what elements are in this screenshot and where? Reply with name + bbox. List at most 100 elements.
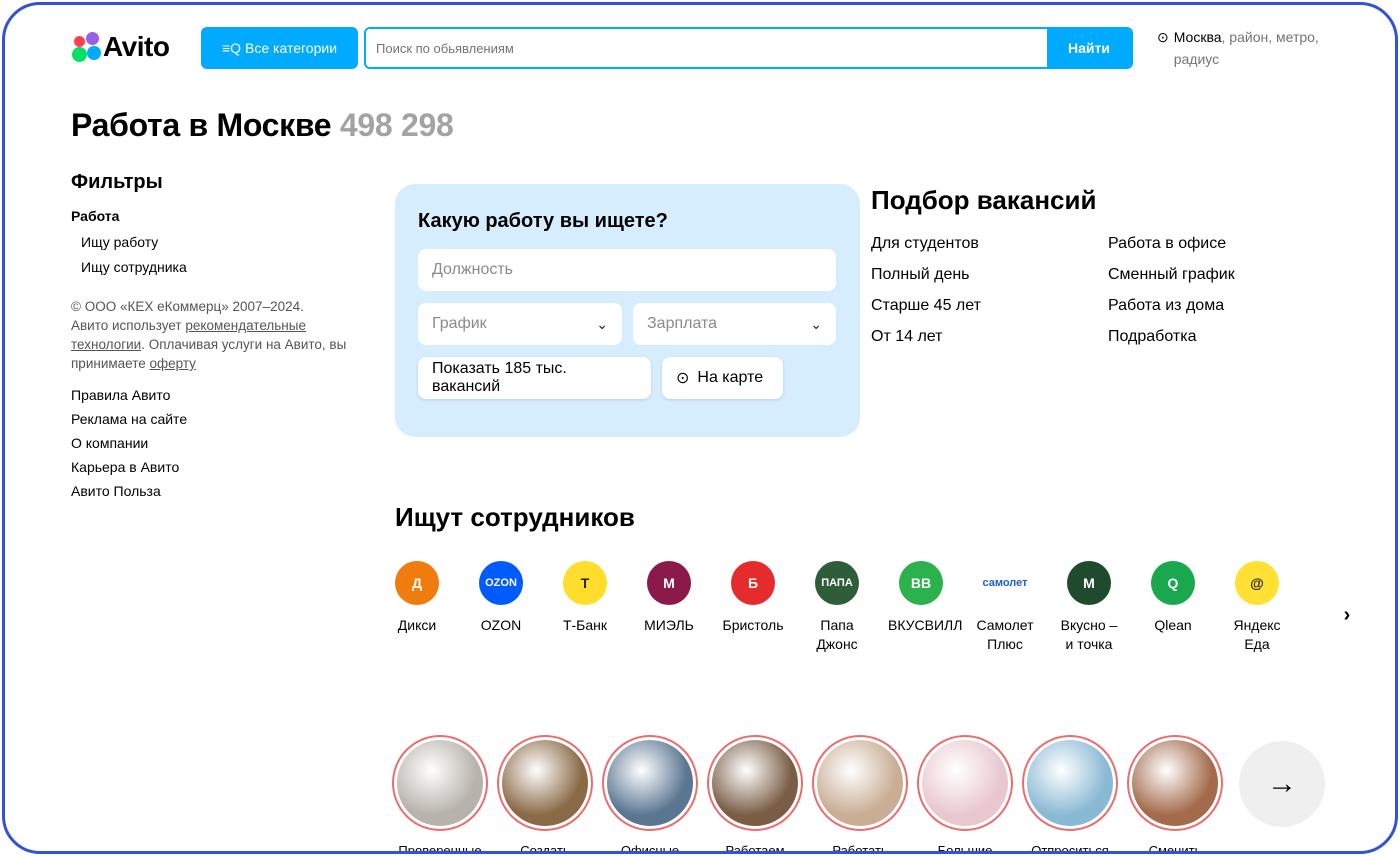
employer-name: Бристоль (722, 617, 784, 633)
logo-dots-icon (71, 32, 101, 62)
employer-card[interactable]: Q Qlean (1128, 561, 1218, 635)
about-link[interactable]: О компании (71, 435, 361, 451)
story-label: Проверенные (398, 843, 482, 854)
vacancy-link[interactable]: От 14 лет (871, 328, 981, 359)
story-item[interactable]: Отпроситься (1020, 735, 1120, 854)
vacancy-link[interactable]: Для студентов (871, 235, 981, 266)
position-input[interactable]: Должность (418, 249, 836, 291)
job-search-title: Какую работу вы ищете? (418, 210, 668, 232)
story-ring (1022, 735, 1118, 831)
vacancy-link[interactable]: Работа в офисе (1108, 235, 1235, 266)
vacancies-col-2: Работа в офисе Сменный график Работа из … (1108, 235, 1235, 359)
story-item[interactable]: Создать (495, 735, 595, 854)
story-item[interactable]: Работаем (705, 735, 805, 851)
vacancy-link[interactable]: Старше 45 лет (871, 297, 981, 328)
employer-card[interactable]: M Вкусно – и точка (1044, 561, 1134, 654)
avito-benefit-link[interactable]: Авито Польза (71, 483, 361, 499)
story-label: Офисные (620, 843, 680, 854)
employer-name: Дикси (397, 617, 437, 633)
schedule-select[interactable]: График ⌄ (418, 303, 622, 345)
employer-card[interactable]: Б Бристоль (708, 561, 798, 635)
employer-logo-icon: BB (899, 561, 943, 605)
vacancy-link[interactable]: Подработка (1108, 328, 1235, 359)
categories-search-icon: ≡Q (221, 40, 242, 56)
vacancies-title: Подбор вакансий (871, 185, 1097, 215)
story-ring (602, 735, 698, 831)
search-input[interactable] (366, 29, 1047, 67)
filters-title: Фильтры (71, 171, 163, 193)
employer-name: Т-Банк (562, 617, 608, 633)
employer-card[interactable]: OZON OZON (456, 561, 546, 635)
sidebar-section-work[interactable]: Работа (71, 208, 361, 224)
story-ring (917, 735, 1013, 831)
employer-name: Вкусно – и точка (1060, 617, 1118, 652)
story-image (502, 740, 588, 826)
story-image (397, 740, 483, 826)
vacancy-link[interactable]: Полный день (871, 266, 981, 297)
employers-next-arrow-icon[interactable]: › (1333, 560, 1361, 670)
story-image (1027, 740, 1113, 826)
on-map-button[interactable]: ⊙ На карте (662, 357, 783, 399)
vacancies-col-1: Для студентов Полный день Старше 45 лет … (871, 235, 981, 359)
employer-name: Папа Джонс (816, 617, 858, 652)
employer-name: Qlean (1154, 617, 1192, 633)
employer-logo-icon: М (647, 561, 691, 605)
vacancy-link[interactable]: Сменный график (1108, 266, 1235, 297)
story-item[interactable]: Проверенные (390, 735, 490, 854)
story-image (817, 740, 903, 826)
stories-next-arrow-icon[interactable]: → (1239, 741, 1325, 827)
employer-logo-icon: Б (731, 561, 775, 605)
sidebar: Фильтры Работа Ищу работу Ищу сотрудника… (71, 171, 361, 507)
location-pin-icon: ⊙ (1157, 29, 1169, 45)
story-label: Сменить (1148, 843, 1202, 854)
avito-logo[interactable]: Avito (71, 31, 170, 63)
rules-link[interactable]: Правила Авито (71, 387, 361, 403)
story-ring (707, 735, 803, 831)
employer-logo-icon: самолет (983, 561, 1028, 605)
employer-logo-icon: ПАПА (815, 561, 859, 605)
chevron-down-icon: ⌄ (810, 315, 822, 332)
show-vacancies-button[interactable]: Показать 185 тыс. вакансий (418, 357, 651, 399)
employer-card[interactable]: ПАПА Папа Джонс (792, 561, 882, 654)
employer-logo-icon: OZON (479, 561, 523, 605)
copyright-text: © ООО «КЕХ еКоммерц» 2007–2024. Авито ис… (71, 299, 347, 371)
all-categories-button[interactable]: ≡Q Все категории (201, 27, 358, 69)
employer-logo-icon: T (563, 561, 607, 605)
location-selector[interactable]: ⊙ Москва, район, метро, радиус (1157, 26, 1347, 70)
employer-card[interactable]: самолет Самолет Плюс (960, 561, 1050, 654)
browser-frame: Avito ≡Q Все категории Найти ⊙ Москва, р… (2, 2, 1398, 854)
story-image (607, 740, 693, 826)
employer-name: МИЭЛЬ (644, 617, 694, 633)
story-label: Отпроситься (1031, 843, 1109, 854)
employer-name: Яндекс Еда (1233, 617, 1281, 652)
story-item[interactable]: Офисные (600, 735, 700, 854)
ads-link[interactable]: Реклама на сайте (71, 411, 361, 427)
story-image (712, 740, 798, 826)
story-item[interactable]: Большие (915, 735, 1015, 851)
employer-card[interactable]: Д Дикси (372, 561, 462, 635)
employers-title: Ищут сотрудников (395, 502, 635, 532)
career-link[interactable]: Карьера в Авито (71, 459, 361, 475)
logo-text: Avito (103, 31, 170, 62)
offer-link[interactable]: оферту (150, 356, 196, 371)
footer-links: Правила Авито Реклама на сайте О компани… (71, 387, 361, 499)
sidebar-item-find-employee[interactable]: Ищу сотрудника (71, 259, 361, 275)
story-label: Создать (520, 843, 570, 854)
employer-card[interactable]: BB ВКУСВИЛЛ (876, 561, 966, 635)
search-bar: Найти (364, 27, 1133, 69)
salary-select[interactable]: Зарплата ⌄ (633, 303, 836, 345)
vacancy-link[interactable]: Работа из дома (1108, 297, 1235, 328)
story-label: Работать (832, 843, 888, 854)
story-item[interactable]: Работать (810, 735, 910, 854)
employer-card[interactable]: T Т-Банк (540, 561, 630, 635)
map-pin-icon: ⊙ (676, 370, 690, 387)
employer-card[interactable]: @ Яндекс Еда (1212, 561, 1302, 654)
page-title: Работа в Москве 498 298 (71, 107, 454, 143)
employer-name: ВКУСВИЛЛ (888, 617, 963, 633)
story-image (1132, 740, 1218, 826)
sidebar-item-find-job[interactable]: Ищу работу (71, 234, 361, 250)
search-button[interactable]: Найти (1047, 29, 1131, 67)
story-item[interactable]: Сменить (1125, 735, 1225, 854)
employer-card[interactable]: М МИЭЛЬ (624, 561, 714, 635)
listing-count: 498 298 (339, 107, 454, 143)
